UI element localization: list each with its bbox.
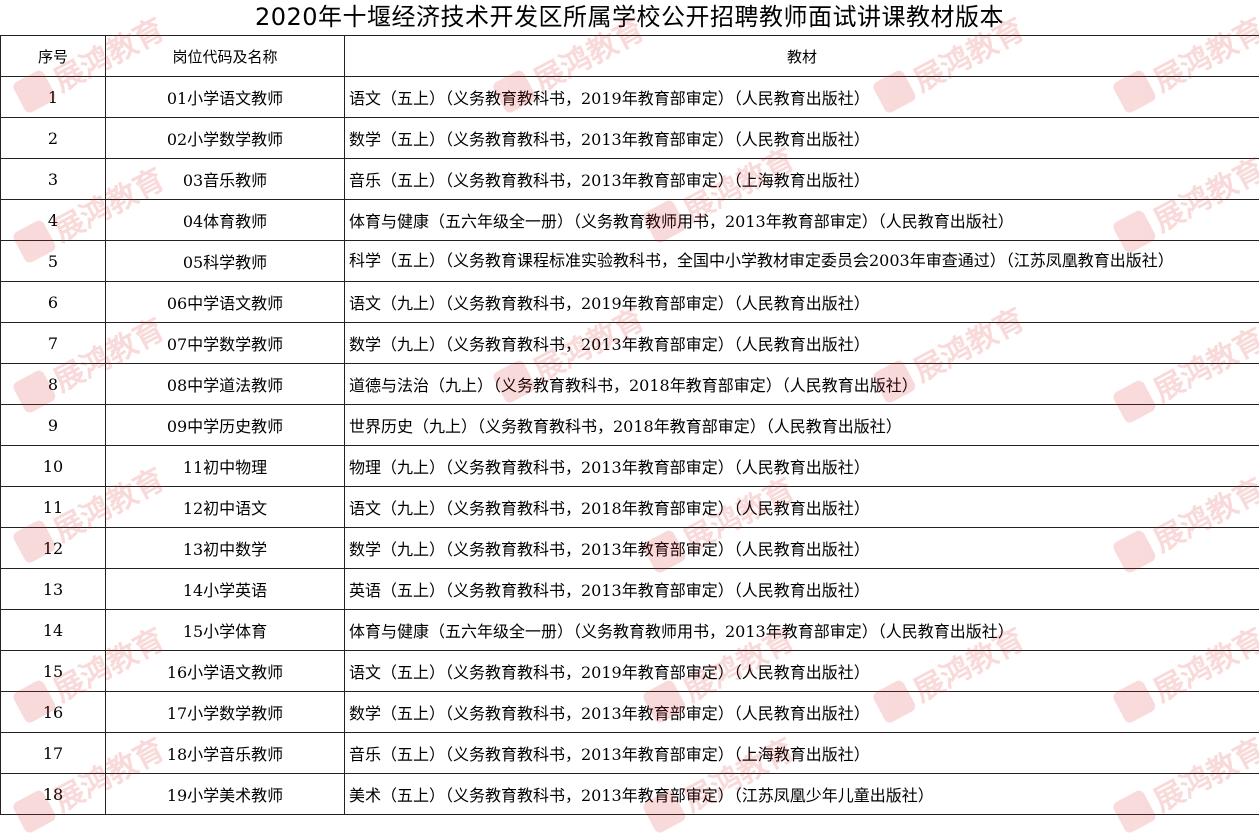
cell-index[interactable]: 13 bbox=[1, 569, 106, 610]
table-row: 16 17小学数学教师 数学（五上）（义务教育教科书，2013年教育部审定）（人… bbox=[1, 692, 1259, 733]
cell-textbook[interactable]: 英语（五上）（义务教育教科书，2013年教育部审定）（人民教育出版社） bbox=[345, 569, 1259, 610]
table-row: 13 14小学英语 英语（五上）（义务教育教科书，2013年教育部审定）（人民教… bbox=[1, 569, 1259, 610]
table-row: 9 09中学历史教师 世界历史（九上）（义务教育教科书，2018年教育部审定）（… bbox=[1, 405, 1259, 446]
header-textbook: 教材 bbox=[345, 36, 1259, 77]
cell-textbook[interactable]: 道德与法治（九上）（义务教育教科书，2018年教育部审定）（人民教育出版社） bbox=[345, 364, 1259, 405]
cell-index[interactable]: 15 bbox=[1, 651, 106, 692]
table-row: 4 04体育教师 体育与健康（五六年级全一册）（义务教育教师用书，2013年教育… bbox=[1, 200, 1259, 241]
cell-index[interactable]: 3 bbox=[1, 159, 106, 200]
table-row: 10 11初中物理 物理（九上）（义务教育教科书，2013年教育部审定）（人民教… bbox=[1, 446, 1259, 487]
cell-position[interactable]: 14小学英语 bbox=[106, 569, 345, 610]
cell-index[interactable]: 10 bbox=[1, 446, 106, 487]
table-row: 8 08中学道法教师 道德与法治（九上）（义务教育教科书，2018年教育部审定）… bbox=[1, 364, 1259, 405]
cell-index[interactable]: 7 bbox=[1, 323, 106, 364]
cell-textbook[interactable]: 语文（五上）（义务教育教科书，2019年教育部审定）（人民教育出版社） bbox=[345, 77, 1259, 118]
table-row: 12 13初中数学 数学（九上）（义务教育教科书，2013年教育部审定）（人民教… bbox=[1, 528, 1259, 569]
cell-textbook[interactable]: 数学（九上）（义务教育教科书，2013年教育部审定）（人民教育出版社） bbox=[345, 323, 1259, 364]
table-row: 7 07中学数学教师 数学（九上）（义务教育教科书，2013年教育部审定）（人民… bbox=[1, 323, 1259, 364]
cell-position[interactable]: 09中学历史教师 bbox=[106, 405, 345, 446]
cell-position[interactable]: 04体育教师 bbox=[106, 200, 345, 241]
table-row: 5 05科学教师 科学（五上）（义务教育课程标准实验教科书，全国中小学教材审定委… bbox=[1, 241, 1259, 282]
cell-position[interactable]: 06中学语文教师 bbox=[106, 282, 345, 323]
cell-index[interactable]: 6 bbox=[1, 282, 106, 323]
table-row: 14 15小学体育 体育与健康（五六年级全一册）（义务教育教师用书，2013年教… bbox=[1, 610, 1259, 651]
cell-textbook[interactable]: 数学（九上）（义务教育教科书，2013年教育部审定）（人民教育出版社） bbox=[345, 528, 1259, 569]
cell-textbook[interactable]: 语文（九上）（义务教育教科书，2019年教育部审定）（人民教育出版社） bbox=[345, 282, 1259, 323]
cell-index[interactable]: 17 bbox=[1, 733, 106, 774]
cell-index[interactable]: 12 bbox=[1, 528, 106, 569]
cell-textbook[interactable]: 美术（五上）（义务教育教科书，2013年教育部审定）（江苏凤凰少年儿童出版社） bbox=[345, 774, 1259, 815]
cell-index[interactable]: 4 bbox=[1, 200, 106, 241]
cell-position[interactable]: 07中学数学教师 bbox=[106, 323, 345, 364]
table-row: 17 18小学音乐教师 音乐（五上）（义务教育教科书，2013年教育部审定）（上… bbox=[1, 733, 1259, 774]
cell-position[interactable]: 16小学语文教师 bbox=[106, 651, 345, 692]
cell-textbook[interactable]: 数学（五上）（义务教育教科书，2013年教育部审定）（人民教育出版社） bbox=[345, 118, 1259, 159]
cell-index[interactable]: 8 bbox=[1, 364, 106, 405]
cell-textbook[interactable]: 世界历史（九上）（义务教育教科书，2018年教育部审定）（人民教育出版社） bbox=[345, 405, 1259, 446]
cell-position[interactable]: 17小学数学教师 bbox=[106, 692, 345, 733]
cell-position[interactable]: 11初中物理 bbox=[106, 446, 345, 487]
cell-index[interactable]: 5 bbox=[1, 241, 106, 282]
header-position: 岗位代码及名称 bbox=[106, 36, 345, 77]
cell-textbook[interactable]: 音乐（五上）（义务教育教科书，2013年教育部审定）（上海教育出版社） bbox=[345, 159, 1259, 200]
table-row: 3 03音乐教师 音乐（五上）（义务教育教科书，2013年教育部审定）（上海教育… bbox=[1, 159, 1259, 200]
cell-textbook[interactable]: 语文（九上）（义务教育教科书，2018年教育部审定）（人民教育出版社） bbox=[345, 487, 1259, 528]
header-index: 序号 bbox=[1, 36, 106, 77]
cell-index[interactable]: 16 bbox=[1, 692, 106, 733]
cell-position[interactable]: 03音乐教师 bbox=[106, 159, 345, 200]
cell-textbook[interactable]: 物理（九上）（义务教育教科书，2013年教育部审定）（人民教育出版社） bbox=[345, 446, 1259, 487]
cell-textbook[interactable]: 音乐（五上）（义务教育教科书，2013年教育部审定）（上海教育出版社） bbox=[345, 733, 1259, 774]
cell-textbook[interactable]: 科学（五上）（义务教育课程标准实验教科书，全国中小学教材审定委员会2003年审查… bbox=[345, 241, 1259, 282]
cell-position[interactable]: 02小学数学教师 bbox=[106, 118, 345, 159]
cell-textbook[interactable]: 数学（五上）（义务教育教科书，2013年教育部审定）（人民教育出版社） bbox=[345, 692, 1259, 733]
table-header-row: 序号 岗位代码及名称 教材 bbox=[1, 36, 1259, 77]
cell-index[interactable]: 14 bbox=[1, 610, 106, 651]
table-row: 11 12初中语文 语文（九上）（义务教育教科书，2018年教育部审定）（人民教… bbox=[1, 487, 1259, 528]
spreadsheet-page: 2020年十堰经济技术开发区所属学校公开招聘教师面试讲课教材版本 序号 岗位代码… bbox=[0, 0, 1259, 814]
cell-position[interactable]: 18小学音乐教师 bbox=[106, 733, 345, 774]
cell-position[interactable]: 12初中语文 bbox=[106, 487, 345, 528]
cell-index[interactable]: 11 bbox=[1, 487, 106, 528]
table-row: 1 01小学语文教师 语文（五上）（义务教育教科书，2019年教育部审定）（人民… bbox=[1, 77, 1259, 118]
page-title: 2020年十堰经济技术开发区所属学校公开招聘教师面试讲课教材版本 bbox=[0, 0, 1259, 35]
table-row: 6 06中学语文教师 语文（九上）（义务教育教科书，2019年教育部审定）（人民… bbox=[1, 282, 1259, 323]
cell-position[interactable]: 01小学语文教师 bbox=[106, 77, 345, 118]
cell-textbook[interactable]: 体育与健康（五六年级全一册）（义务教育教师用书，2013年教育部审定）（人民教育… bbox=[345, 200, 1259, 241]
textbook-table: 序号 岗位代码及名称 教材 1 01小学语文教师 语文（五上）（义务教育教科书，… bbox=[0, 35, 1259, 815]
cell-index[interactable]: 9 bbox=[1, 405, 106, 446]
cell-index[interactable]: 2 bbox=[1, 118, 106, 159]
cell-position[interactable]: 19小学美术教师 bbox=[106, 774, 345, 815]
cell-position[interactable]: 08中学道法教师 bbox=[106, 364, 345, 405]
cell-position[interactable]: 05科学教师 bbox=[106, 241, 345, 282]
cell-textbook[interactable]: 语文（五上）（义务教育教科书，2019年教育部审定）（人民教育出版社） bbox=[345, 651, 1259, 692]
cell-textbook[interactable]: 体育与健康（五六年级全一册）（义务教育教师用书，2013年教育部审定）（人民教育… bbox=[345, 610, 1259, 651]
cell-index[interactable]: 18 bbox=[1, 774, 106, 815]
table-row: 15 16小学语文教师 语文（五上）（义务教育教科书，2019年教育部审定）（人… bbox=[1, 651, 1259, 692]
cell-index[interactable]: 1 bbox=[1, 77, 106, 118]
cell-position[interactable]: 15小学体育 bbox=[106, 610, 345, 651]
table-row: 18 19小学美术教师 美术（五上）（义务教育教科书，2013年教育部审定）（江… bbox=[1, 774, 1259, 815]
table-row: 2 02小学数学教师 数学（五上）（义务教育教科书，2013年教育部审定）（人民… bbox=[1, 118, 1259, 159]
cell-position[interactable]: 13初中数学 bbox=[106, 528, 345, 569]
